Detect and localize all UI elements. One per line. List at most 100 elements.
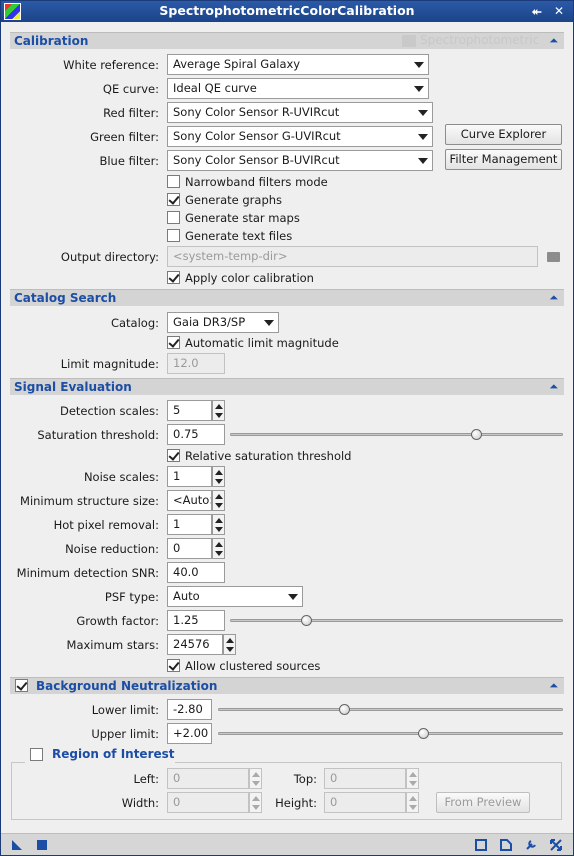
roi-top-spinner[interactable] — [406, 768, 419, 789]
slider-handle[interactable] — [339, 704, 350, 715]
relative-saturation-label: Relative saturation threshold — [185, 449, 352, 463]
blue-filter-label: Blue filter: — [99, 154, 159, 168]
filter-management-button[interactable]: Filter Management — [445, 149, 562, 170]
roi-width-label: Width: — [121, 796, 159, 810]
minimum-structure-size-spinner[interactable] — [212, 490, 225, 511]
catalog-combo[interactable]: Gaia DR3/SP — [167, 312, 279, 333]
roi-width-field[interactable]: 0 — [167, 792, 249, 813]
roi-height-label: Height: — [275, 796, 317, 810]
generate-graphs-checkbox[interactable] — [167, 193, 180, 206]
maximum-stars-spinner[interactable] — [223, 634, 236, 655]
green-filter-combo[interactable]: Sony Color Sensor G-UVIRcut — [167, 126, 433, 147]
arrow-down-icon — [252, 805, 260, 810]
upper-limit-label: Upper limit: — [91, 727, 159, 741]
arrow-down-icon — [215, 479, 223, 484]
generate-text-files-label: Generate text files — [185, 229, 293, 243]
noise-reduction-label: Noise reduction: — [65, 542, 159, 556]
growth-factor-slider[interactable] — [230, 615, 563, 626]
allow-clustered-sources-checkbox[interactable] — [167, 659, 180, 672]
apply-color-calibration-checkbox[interactable] — [167, 271, 180, 284]
limit-magnitude-field[interactable]: 12.0 — [167, 353, 225, 374]
qe-curve-combo[interactable]: Ideal QE curve — [167, 78, 429, 99]
arrow-down-icon — [215, 551, 223, 556]
slider-handle[interactable] — [471, 429, 482, 440]
blue-filter-combo[interactable]: Sony Color Sensor B-UVIRcut — [167, 150, 433, 171]
maximum-stars-field[interactable]: 24576 — [167, 634, 223, 655]
background-neutralization-checkbox[interactable] — [15, 679, 28, 692]
arrow-down-icon — [215, 413, 223, 418]
lower-limit-field[interactable]: -2.80 — [167, 699, 212, 720]
roi-checkbox[interactable] — [30, 748, 43, 761]
psf-type-combo[interactable]: Auto — [167, 586, 303, 607]
square-icon[interactable] — [36, 839, 48, 851]
slider-handle[interactable] — [301, 615, 312, 626]
roi-width-spinner[interactable] — [249, 792, 262, 813]
roi-top-label: Top: — [293, 772, 317, 786]
roi-top-field[interactable]: 0 — [324, 768, 406, 789]
collapse-icon[interactable]: ⏶ — [549, 678, 558, 694]
section-signal-evaluation[interactable]: Signal Evaluation ⏶ — [10, 378, 564, 395]
arrow-up-icon — [215, 404, 223, 409]
output-directory-field[interactable]: <system-temp-dir> — [167, 246, 538, 267]
slider-handle[interactable] — [418, 728, 429, 739]
apply-color-calibration-label: Apply color calibration — [185, 271, 314, 285]
hot-pixel-removal-spinner[interactable] — [212, 514, 225, 535]
relative-saturation-checkbox[interactable] — [167, 449, 180, 462]
arrow-up-icon — [226, 638, 234, 643]
minimum-detection-snr-field[interactable]: 40.0 — [167, 562, 225, 583]
wrench-icon[interactable] — [525, 839, 537, 851]
red-filter-combo[interactable]: Sony Color Sensor R-UVIRcut — [167, 102, 433, 123]
narrowband-checkbox[interactable] — [167, 175, 180, 188]
saturation-threshold-slider[interactable] — [230, 429, 563, 440]
hot-pixel-removal-field[interactable]: 1 — [167, 514, 212, 535]
section-background-neutralization[interactable]: Background Neutralization ⏶ — [10, 677, 564, 694]
arrow-up-icon — [409, 796, 417, 801]
collapse-icon[interactable]: ⏶ — [549, 33, 558, 49]
roi-height-spinner[interactable] — [406, 792, 419, 813]
chevron-down-icon — [288, 594, 298, 600]
roi-left-label: Left: — [133, 772, 159, 786]
limit-magnitude-label: Limit magnitude: — [60, 357, 159, 371]
roi-height-field[interactable]: 0 — [324, 792, 406, 813]
detection-scales-spinner[interactable] — [212, 400, 225, 421]
detection-scales-field[interactable]: 5 — [167, 400, 212, 421]
growth-factor-field[interactable]: 1.25 — [167, 610, 225, 631]
folder-icon[interactable] — [547, 252, 560, 262]
section-calibration[interactable]: Calibration Spectrophotometric ⏶ — [10, 32, 564, 49]
title-bar[interactable]: SpectrophotometricColorCalibration ⯬ ✕ — [1, 1, 573, 22]
noise-scales-field[interactable]: 1 — [167, 466, 212, 487]
arrow-up-icon — [215, 518, 223, 523]
generate-text-files-checkbox[interactable] — [167, 229, 180, 242]
roi-header: Region of Interest — [25, 747, 175, 763]
saturation-threshold-field[interactable]: 0.75 — [167, 424, 225, 445]
section-title: Catalog Search — [14, 291, 117, 305]
generate-star-maps-checkbox[interactable] — [167, 211, 180, 224]
minimum-structure-size-field[interactable]: <Auto> — [167, 490, 212, 511]
document-icon[interactable] — [500, 839, 512, 851]
arrow-down-icon — [215, 503, 223, 508]
close-button[interactable]: ✕ — [554, 4, 564, 18]
noise-reduction-field[interactable]: 0 — [167, 538, 212, 559]
from-preview-button[interactable]: From Preview — [436, 792, 530, 813]
noise-reduction-spinner[interactable] — [212, 538, 225, 559]
generate-star-maps-label: Generate star maps — [185, 211, 300, 225]
roi-left-field[interactable]: 0 — [167, 768, 249, 789]
reset-icon[interactable] — [550, 839, 562, 851]
minimum-detection-snr-label: Minimum detection SNR: — [16, 566, 159, 580]
upper-limit-field[interactable]: +2.00 — [167, 723, 212, 744]
shade-button[interactable]: ⯬ — [532, 4, 542, 18]
upper-limit-slider[interactable] — [218, 728, 563, 739]
window-icon[interactable] — [475, 839, 487, 851]
curve-explorer-button[interactable]: Curve Explorer — [445, 124, 562, 145]
roi-left-spinner[interactable] — [249, 768, 262, 789]
collapse-icon[interactable]: ⏶ — [549, 379, 558, 395]
triangle-icon[interactable] — [11, 839, 23, 851]
collapse-icon[interactable]: ⏶ — [549, 290, 558, 306]
section-catalog-search[interactable]: Catalog Search ⏶ — [10, 289, 564, 306]
lower-limit-label: Lower limit: — [91, 703, 159, 717]
lower-limit-slider[interactable] — [218, 704, 563, 715]
automatic-limit-magnitude-checkbox[interactable] — [167, 336, 180, 349]
chevron-down-icon — [264, 320, 274, 326]
white-reference-combo[interactable]: Average Spiral Galaxy — [167, 54, 429, 75]
noise-scales-spinner[interactable] — [212, 466, 225, 487]
